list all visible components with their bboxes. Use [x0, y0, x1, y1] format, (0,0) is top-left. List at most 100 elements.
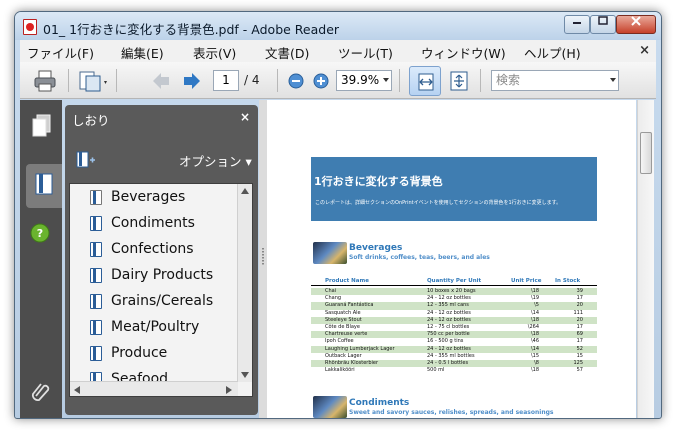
menu-document[interactable]: 文書(D): [265, 43, 309, 62]
cell-quantity: 24 - 12 oz bottles: [427, 295, 471, 302]
page-number-input[interactable]: 1: [213, 70, 239, 91]
fit-page-icon[interactable]: [448, 70, 470, 92]
report-header: 1行おきに変化する背景色 このレポートは、詳細セクションのOnPrintイベント…: [311, 157, 597, 221]
cell-product: Sasquatch Ale: [325, 309, 361, 316]
cell-stock: 69: [576, 331, 583, 338]
bookmark-horizontal-scrollbar[interactable]: [70, 381, 238, 396]
pages-button[interactable]: [28, 112, 54, 140]
cell-stock: 20: [576, 316, 583, 323]
title-bar[interactable]: 01_ 1行おきに変化する背景色.pdf - Adobe Reader: [15, 12, 661, 40]
bookmark-label: Produce: [111, 345, 168, 361]
cell-quantity: 16 - 500 g tins: [427, 338, 464, 345]
cell-stock: 17: [576, 338, 583, 345]
cell-price: \5: [534, 302, 539, 309]
cell-product: Laughing Lumberjack Lager: [325, 345, 395, 352]
svg-text:?: ?: [37, 227, 43, 240]
bookmark-icon: [90, 294, 102, 309]
bookmark-vertical-scrollbar[interactable]: [237, 184, 252, 382]
chevron-down-icon[interactable]: [610, 78, 616, 82]
cell-product: Guaraná Fantástica: [325, 302, 374, 309]
zoom-out-icon[interactable]: [288, 73, 304, 89]
cell-stock: 15: [576, 352, 583, 359]
category-image: [313, 396, 347, 418]
share-icon[interactable]: [78, 69, 110, 93]
column-header: Product Name: [325, 278, 369, 284]
maximize-icon: [598, 16, 608, 25]
cell-stock: 125: [573, 360, 583, 366]
column-header: Unit Price: [511, 278, 542, 284]
cell-stock: 17: [576, 295, 583, 302]
table-row: Steeleye Stout 24 - 12 oz bottles \18 20: [311, 316, 597, 324]
cell-product: Côte de Blaye: [325, 324, 360, 330]
panel-title: しおり: [72, 113, 110, 128]
cell-price: \18: [530, 367, 539, 374]
cell-stock: 20: [576, 302, 583, 309]
document-scrollbar[interactable]: [637, 100, 654, 418]
cell-price: \14: [530, 345, 539, 352]
reader-window: 01_ 1行おきに変化する背景色.pdf - Adobe Reader ファイル…: [14, 11, 662, 419]
cell-quantity: 24 - 12 oz bottles: [427, 345, 471, 352]
search-input[interactable]: 検索: [491, 70, 619, 91]
panel-close-button[interactable]: ×: [240, 110, 250, 124]
menu-edit[interactable]: 編集(E): [121, 43, 164, 62]
bookmark-icon: [90, 346, 102, 361]
bookmark-label: Meat/Poultry: [111, 319, 200, 335]
bookmark-icon: [90, 216, 102, 231]
cell-product: Outback Lager: [325, 352, 362, 359]
menu-help[interactable]: ヘルプ(H): [524, 43, 581, 62]
scroll-right-icon[interactable]: [226, 386, 232, 394]
next-page-icon[interactable]: [182, 71, 202, 91]
help-button[interactable]: ?: [28, 220, 54, 248]
minimize-button[interactable]: [564, 15, 590, 34]
close-button[interactable]: [616, 15, 656, 34]
cell-product: Lakkalikööri: [325, 367, 355, 374]
column-header: In Stock: [555, 278, 581, 284]
paperclip-icon: [32, 383, 50, 401]
table-row: Outback Lager 24 - 355 ml bottles \15 15: [311, 353, 597, 360]
cell-quantity: 10 boxes x 20 bags: [427, 288, 476, 294]
document-close-button[interactable]: ×: [639, 43, 650, 58]
panel-splitter[interactable]: [259, 100, 267, 418]
bookmarks-button[interactable]: [26, 164, 62, 208]
maximize-button[interactable]: [590, 15, 616, 34]
cell-price: \18: [530, 288, 539, 294]
print-icon[interactable]: [33, 69, 57, 93]
bookmark-list: Beverages Condiments Confections Dairy P…: [69, 183, 253, 397]
scroll-down-icon[interactable]: [241, 372, 249, 378]
cell-quantity: 24 - 355 ml bottles: [427, 352, 475, 359]
previous-page-icon[interactable]: [151, 71, 171, 91]
toolbar-separator: [480, 69, 481, 92]
menu-file[interactable]: ファイル(F): [27, 43, 94, 62]
attachments-button[interactable]: [28, 378, 54, 406]
options-menu[interactable]: オプション ▾: [179, 151, 252, 170]
scroll-up-icon[interactable]: [241, 188, 249, 194]
chevron-down-icon[interactable]: [383, 78, 389, 82]
page-total: / 4: [244, 73, 260, 87]
menu-view[interactable]: 表示(V): [193, 43, 236, 62]
new-bookmark-icon[interactable]: [75, 151, 97, 169]
bookmark-label: Condiments: [111, 215, 195, 231]
cell-price: \14: [530, 309, 539, 316]
cell-price: \15: [530, 352, 539, 359]
menu-bar: ファイル(F) 編集(E) 表示(V) 文書(D) ツール(T) ウィンドウ(W…: [20, 40, 656, 62]
table-row: Chartreuse verte 750 cc per bottle \18 6…: [311, 331, 597, 339]
pdf-app-icon: [23, 19, 37, 35]
menu-window[interactable]: ウィンドウ(W): [421, 43, 506, 62]
table-row: Ipoh Coffee 16 - 500 g tins \46 17: [311, 338, 597, 345]
scroll-left-icon[interactable]: [74, 386, 80, 394]
scroll-thumb[interactable]: [640, 132, 652, 174]
cell-product: Ipoh Coffee: [325, 338, 354, 345]
cell-stock: 52: [576, 345, 583, 352]
splitter-grip: [262, 248, 264, 266]
table-row: Lakkalikööri 500 ml \18 57: [311, 367, 597, 374]
cell-quantity: 12 - 355 ml cans: [427, 302, 469, 309]
menu-tools[interactable]: ツール(T): [338, 43, 393, 62]
fit-width-button[interactable]: [409, 66, 441, 96]
zoom-in-icon[interactable]: [313, 73, 329, 89]
table-row: Guaraná Fantástica 12 - 355 ml cans \5 2…: [311, 302, 597, 310]
table-header: Product Name Quantity Per Unit Unit Pric…: [311, 278, 597, 286]
document-page[interactable]: 1行おきに変化する背景色 このレポートは、詳細セクションのOnPrintイベント…: [267, 100, 636, 418]
cell-price: \264: [527, 324, 539, 330]
cell-product: Rhönbräu Klosterbier: [325, 360, 379, 366]
cell-quantity: 12 - 75 cl bottles: [427, 324, 470, 330]
